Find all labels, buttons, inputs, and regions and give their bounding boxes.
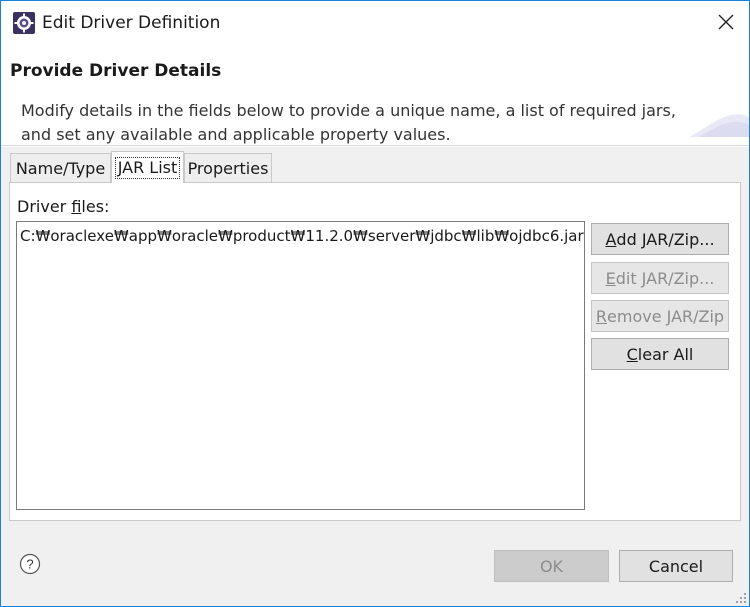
resize-grip[interactable] — [735, 592, 747, 604]
tab-label: JAR List — [114, 156, 181, 179]
tab-jar-list[interactable]: JAR List — [111, 151, 184, 183]
list-item[interactable]: C:₩oraclexe₩app₩oracle₩product₩11.2.0₩se… — [20, 227, 584, 245]
edit-jar-button[interactable]: Edit JAR/Zip... — [591, 262, 729, 294]
banner-decoration — [689, 114, 749, 137]
tab-properties[interactable]: Properties — [184, 153, 272, 182]
tab-name-type[interactable]: Name/Type — [10, 153, 111, 182]
help-icon: ? — [19, 553, 41, 579]
help-button[interactable]: ? — [19, 553, 41, 575]
wizard-header: Provide Driver Details Modify details in… — [1, 47, 749, 147]
clear-all-button[interactable]: Clear All — [591, 338, 729, 370]
close-button[interactable] — [703, 1, 749, 47]
header-description: Modify details in the fields below to pr… — [21, 101, 676, 144]
eclipse-gear-icon — [13, 12, 35, 34]
window-title: Edit Driver Definition — [42, 13, 221, 33]
tab-label: Properties — [187, 158, 269, 178]
driver-files-label: Driver files: — [17, 197, 110, 216]
remove-jar-button[interactable]: Remove JAR/Zip — [591, 300, 729, 332]
ok-button[interactable]: OK — [494, 550, 609, 582]
driver-files-list[interactable]: C:₩oraclexe₩app₩oracle₩product₩11.2.0₩se… — [16, 221, 585, 510]
add-jar-button[interactable]: Add JAR/Zip... — [591, 223, 729, 255]
svg-text:?: ? — [26, 557, 33, 572]
edit-driver-dialog: Edit Driver Definition Provide Driver De… — [0, 0, 750, 607]
header-separator — [1, 145, 749, 146]
tab-label: Name/Type — [15, 158, 106, 178]
close-icon — [718, 14, 734, 34]
cancel-button[interactable]: Cancel — [619, 550, 733, 582]
title-bar[interactable]: Edit Driver Definition — [1, 1, 749, 47]
header-title: Provide Driver Details — [10, 61, 222, 81]
